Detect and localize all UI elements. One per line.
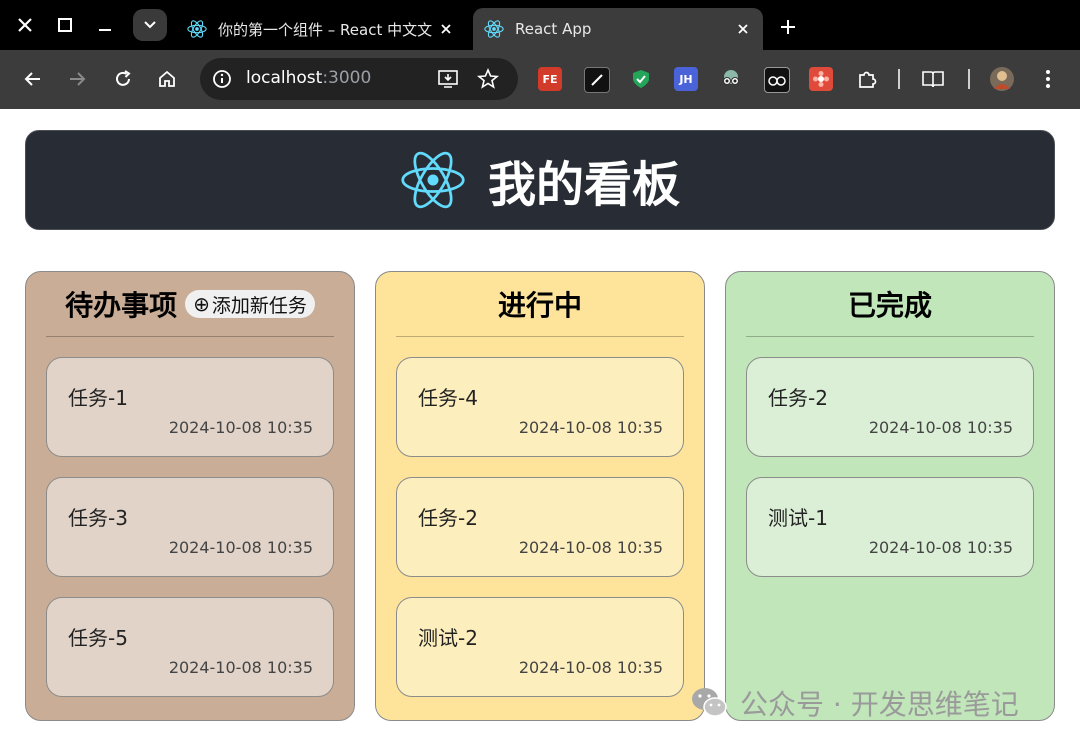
watermark: 公众号 · 开发思维笔记	[690, 683, 1019, 723]
task-card[interactable]: 测试-1 2024-10-08 10:35	[746, 477, 1034, 577]
task-title: 任务-5	[68, 626, 128, 650]
column-done: 已完成 任务-2 2024-10-08 10:35 测试-1 2024-10-0…	[725, 271, 1055, 721]
task-title: 任务-4	[418, 386, 478, 410]
task-title: 任务-2	[418, 506, 478, 530]
tab-title: 你的第一个组件 – React 中文文	[218, 20, 433, 39]
task-title: 测试-2	[418, 626, 478, 650]
puzzle-extensions-icon[interactable]	[855, 67, 879, 91]
column-header: 进行中	[396, 272, 684, 337]
tab-search-button[interactable]	[133, 9, 167, 41]
column-header: 已完成	[746, 272, 1034, 337]
translate-extension-icon[interactable]	[584, 67, 610, 93]
task-title: 任务-3	[68, 506, 128, 530]
app-header: 我的看板	[25, 130, 1055, 230]
tab-react-docs[interactable]: 你的第一个组件 – React 中文文	[176, 8, 466, 50]
task-card[interactable]: 测试-2 2024-10-08 10:35	[396, 597, 684, 697]
add-task-label: 添加新任务	[211, 294, 307, 317]
column-header: 待办事项 ⊕ 添加新任务	[46, 272, 334, 337]
tab-close-icon[interactable]	[434, 17, 458, 41]
task-card[interactable]: 任务-2 2024-10-08 10:35	[396, 477, 684, 577]
column-title: 进行中	[497, 289, 582, 322]
reading-mode-icon[interactable]	[921, 67, 945, 91]
bookmark-star-icon[interactable]	[476, 67, 500, 91]
home-icon	[159, 70, 175, 87]
reload-icon	[116, 70, 131, 86]
task-title: 任务-1	[68, 386, 128, 410]
task-time: 2024-10-08 10:35	[868, 538, 1013, 557]
task-time: 2024-10-08 10:35	[518, 658, 663, 677]
forward-button[interactable]	[62, 64, 92, 94]
tab-react-app[interactable]: React App	[473, 8, 763, 50]
close-window-icon[interactable]	[10, 10, 40, 40]
glasses-extension-icon[interactable]	[764, 67, 790, 93]
page-title: 我的看板	[487, 157, 680, 213]
minimize-icon[interactable]	[90, 10, 120, 40]
react-favicon-icon	[187, 20, 207, 38]
address-bar[interactable]: localhost:3000	[200, 58, 518, 100]
column-in-progress: 进行中 任务-4 2024-10-08 10:35 任务-2 2024-10-0…	[375, 271, 705, 721]
task-card[interactable]: 任务-4 2024-10-08 10:35	[396, 357, 684, 457]
jh-extension-label: JH	[679, 72, 693, 86]
column-title: 已完成	[847, 289, 932, 322]
browser-toolbar: localhost:3000 FE JH	[0, 50, 1080, 109]
add-task-button[interactable]: ⊕ 添加新任务	[185, 290, 315, 318]
task-title: 任务-2	[768, 386, 828, 410]
url-port: :3000	[322, 68, 372, 88]
tab-strip: 你的第一个组件 – React 中文文 React App	[0, 0, 1080, 50]
task-card[interactable]: 任务-1 2024-10-08 10:35	[46, 357, 334, 457]
eyes-extension-icon[interactable]	[719, 67, 743, 91]
fe-extension-label: FE	[542, 72, 558, 86]
url-host: localhost	[246, 68, 323, 88]
column-title: 待办事项	[65, 289, 178, 322]
tab-title: React App	[515, 20, 592, 38]
react-logo-icon	[401, 151, 465, 209]
new-tab-button[interactable]	[773, 12, 803, 42]
url-text: localhost:3000	[246, 68, 371, 88]
react-favicon-icon	[484, 20, 504, 38]
tab-close-icon[interactable]	[731, 17, 755, 41]
flower-extension-icon[interactable]	[809, 67, 833, 91]
back-button[interactable]	[18, 64, 48, 94]
wechat-icon	[692, 688, 727, 717]
task-card[interactable]: 任务-5 2024-10-08 10:35	[46, 597, 334, 697]
plus-icon	[781, 20, 795, 34]
toolbar-divider	[898, 69, 900, 89]
jh-extension-icon[interactable]: JH	[674, 67, 698, 91]
page-viewport: 我的看板 待办事项 ⊕ 添加新任务 任务-1 2024-10-08 10:35 …	[0, 109, 1080, 745]
chevron-down-icon	[144, 21, 156, 29]
shield-extension-icon[interactable]	[629, 67, 653, 91]
task-title: 测试-1	[768, 506, 828, 530]
menu-kebab-icon[interactable]	[1036, 67, 1060, 91]
arrow-right-icon	[70, 72, 86, 86]
arrow-left-icon	[24, 72, 40, 86]
task-card[interactable]: 任务-3 2024-10-08 10:35	[46, 477, 334, 577]
info-icon[interactable]	[210, 67, 234, 91]
task-time: 2024-10-08 10:35	[168, 418, 313, 437]
maximize-icon[interactable]	[50, 10, 80, 40]
install-app-icon[interactable]	[436, 67, 460, 91]
reload-button[interactable]	[108, 64, 138, 94]
task-time: 2024-10-08 10:35	[168, 658, 313, 677]
task-card[interactable]: 任务-2 2024-10-08 10:35	[746, 357, 1034, 457]
home-button[interactable]	[152, 64, 182, 94]
watermark-text: 公众号 · 开发思维笔记	[740, 688, 1019, 721]
toolbar-divider	[968, 69, 970, 89]
circle-plus-icon: ⊕	[193, 292, 210, 316]
fe-extension-icon[interactable]: FE	[538, 67, 562, 91]
profile-avatar[interactable]	[990, 67, 1014, 91]
column-todo: 待办事项 ⊕ 添加新任务 任务-1 2024-10-08 10:35 任务-3 …	[25, 271, 355, 721]
task-time: 2024-10-08 10:35	[518, 418, 663, 437]
task-time: 2024-10-08 10:35	[518, 538, 663, 557]
task-time: 2024-10-08 10:35	[168, 538, 313, 557]
task-time: 2024-10-08 10:35	[868, 418, 1013, 437]
